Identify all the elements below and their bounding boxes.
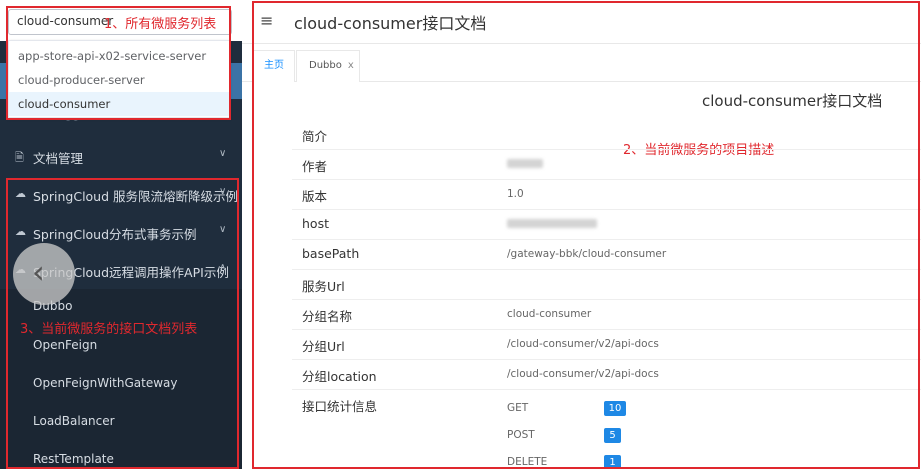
info-row: host	[292, 210, 921, 240]
sidebar-item-label: 文档管理	[33, 151, 84, 166]
info-row: 分组Url /cloud-consumer/v2/api-docs	[292, 330, 921, 360]
stat-method-delete: DELETE	[507, 456, 548, 468]
info-row: 分组名称 cloud-consumer	[292, 300, 921, 330]
annotation-api-doc-list: 3、当前微服务的接口文档列表	[20, 322, 198, 337]
sidebar-header: cloud-consumer 1、所有微服务列表	[0, 0, 242, 41]
tab-dubbo[interactable]: Dubbo x	[296, 50, 360, 82]
dropdown-option[interactable]: cloud-producer-server	[9, 68, 229, 92]
stat-method-post: POST	[507, 429, 535, 441]
sidebar-subitem-openfeign-gateway[interactable]: OpenFeignWithGateway	[33, 376, 178, 390]
info-value: cloud-consumer	[507, 308, 592, 320]
stat-badge-get: 10	[604, 401, 626, 416]
info-key: 接口统计信息	[302, 399, 378, 414]
menu-fold-icon[interactable]: ≡	[260, 11, 273, 30]
info-key: basePath	[302, 246, 360, 261]
info-row: 服务Url	[292, 270, 921, 300]
stat-badge-delete: 1	[604, 455, 621, 469]
cloud-icon: ☁	[15, 225, 26, 238]
service-dropdown: app-store-api-x02-service-server cloud-p…	[8, 40, 230, 118]
app-root: cloud-consumer 1、所有微服务列表 Swagger Models …	[0, 0, 921, 469]
tab-bar: 主页 Dubbo x	[242, 44, 921, 82]
main-header: ≡ cloud-consumer接口文档	[242, 0, 921, 44]
chevron-left-icon: ‹	[32, 253, 45, 291]
sidebar-item-rate-limit[interactable]: ☁ SpringCloud 服务限流熔断降级示例 ∨	[0, 175, 242, 213]
info-row: 分组location /cloud-consumer/v2/api-docs	[292, 360, 921, 390]
tab-label: Dubbo	[309, 60, 342, 71]
info-key: 分组Url	[302, 339, 345, 354]
doc-title: cloud-consumer接口文档	[702, 92, 883, 110]
info-key: 简介	[302, 129, 328, 144]
stat-method-get: GET	[507, 402, 529, 414]
chevron-up-icon: ∧	[219, 262, 227, 273]
close-icon[interactable]: x	[348, 60, 354, 71]
chevron-down-icon: ∨	[219, 186, 227, 197]
chevron-down-icon: ∨	[219, 148, 227, 159]
info-key: host	[302, 216, 329, 231]
sidebar-subitem-openfeign[interactable]: OpenFeign	[33, 338, 97, 352]
dropdown-option[interactable]: app-store-api-x02-service-server	[9, 44, 229, 68]
info-key: 服务Url	[302, 279, 345, 294]
info-row: 版本 1.0	[292, 180, 921, 210]
back-button[interactable]: ‹	[13, 243, 75, 305]
info-key: 分组location	[302, 369, 377, 384]
cloud-icon: ☁	[15, 187, 26, 200]
info-value: /cloud-consumer/v2/api-docs	[507, 368, 659, 380]
tab-home[interactable]: 主页	[253, 50, 295, 82]
sidebar-item-label: SpringCloud分布式事务示例	[33, 227, 197, 242]
info-row: 作者	[292, 150, 921, 180]
sidebar-subitem-resttemplate[interactable]: RestTemplate	[33, 452, 114, 466]
info-row: basePath /gateway-bbk/cloud-consumer	[292, 240, 921, 270]
service-select-value: cloud-consumer	[17, 14, 114, 28]
document-icon: 🗎	[15, 151, 24, 164]
info-value: /cloud-consumer/v2/api-docs	[507, 338, 659, 350]
redacted-host	[507, 219, 597, 228]
info-key: 版本	[302, 189, 328, 204]
dropdown-option-selected[interactable]: cloud-consumer	[9, 92, 229, 116]
info-value: /gateway-bbk/cloud-consumer	[507, 248, 667, 260]
sidebar-subitem-loadbalancer[interactable]: LoadBalancer	[33, 414, 115, 428]
annotation-service-list: 1、所有微服务列表	[104, 17, 217, 32]
info-row: 简介	[292, 120, 921, 150]
redacted-author	[507, 159, 543, 168]
chevron-down-icon: ∨	[219, 224, 227, 235]
sidebar-item-label: SpringCloud 服务限流熔断降级示例	[33, 189, 239, 204]
page-title: cloud-consumer接口文档	[294, 14, 487, 33]
stat-badge-post: 5	[604, 428, 621, 443]
sidebar-item-docs[interactable]: 🗎 文档管理 ∨	[0, 137, 242, 175]
tab-label: 主页	[264, 60, 284, 71]
info-key: 作者	[302, 159, 328, 174]
info-key: 分组名称	[302, 309, 353, 324]
info-value: 1.0	[507, 188, 524, 200]
